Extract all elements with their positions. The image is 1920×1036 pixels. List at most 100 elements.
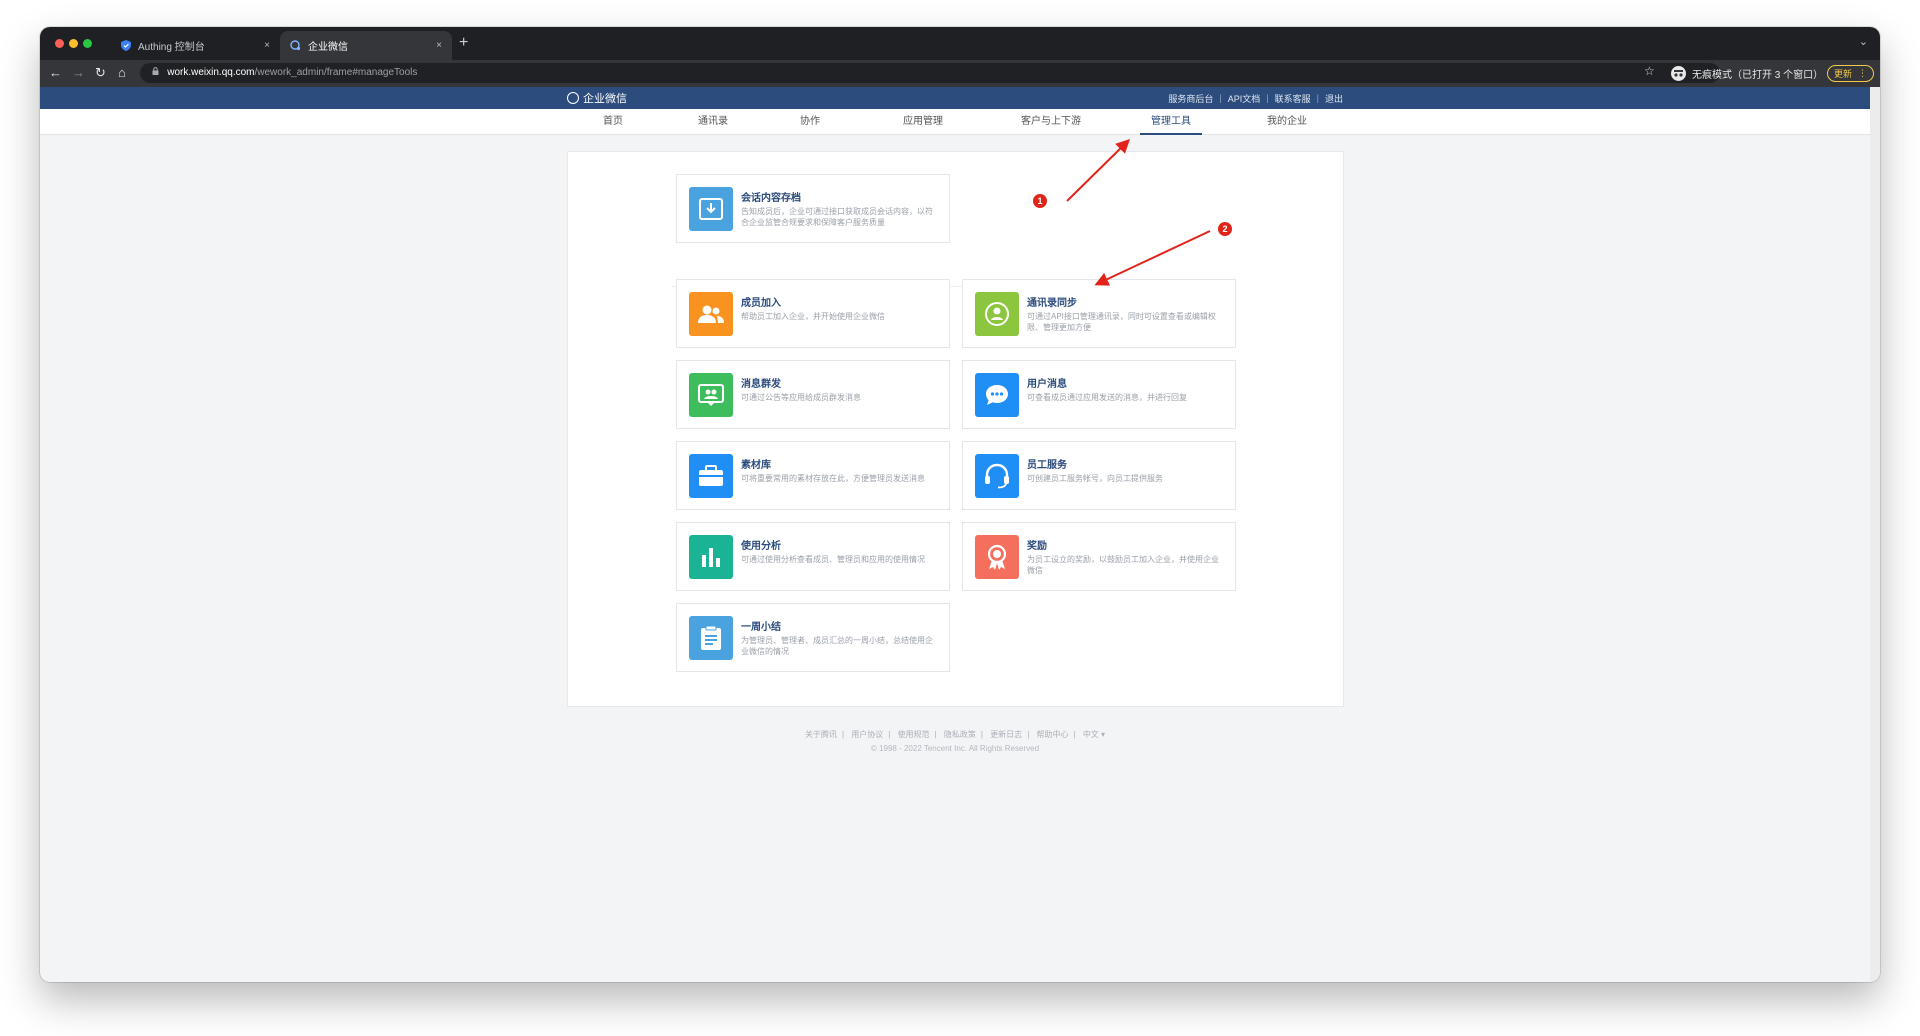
nav-item-contacts[interactable]: 通讯录 <box>691 109 735 135</box>
footer-link-privacy[interactable]: 隐私政策 <box>944 730 976 739</box>
tool-title: 通讯录同步 <box>1027 298 1077 309</box>
zoom-window-button[interactable] <box>83 39 92 48</box>
nav-item-my-company[interactable]: 我的企业 <box>1259 109 1315 135</box>
header-link-service-provider[interactable]: 服务商后台 <box>1168 92 1213 105</box>
bookmark-star-icon[interactable]: ☆ <box>1644 64 1655 78</box>
briefcase-icon <box>689 454 733 498</box>
wecom-favicon-icon <box>290 40 301 51</box>
reload-icon[interactable]: ↻ <box>95 64 106 82</box>
more-menu-icon: ⋮ <box>1858 68 1867 78</box>
update-button[interactable]: 更新 ⋮ <box>1827 65 1874 82</box>
nav-item-management-tools[interactable]: 管理工具 <box>1140 109 1202 135</box>
nav-item-apps[interactable]: 应用管理 <box>895 109 951 135</box>
nav-item-collaboration[interactable]: 协作 <box>792 109 828 135</box>
clipboard-icon <box>689 616 733 660</box>
tool-title: 员工服务 <box>1027 460 1067 471</box>
contact-sync-icon <box>975 292 1019 336</box>
incognito-indicator[interactable]: 无痕模式（已打开 3 个窗口） <box>1671 64 1823 82</box>
headset-icon <box>975 454 1019 498</box>
tab-label: 企业微信 <box>308 42 348 53</box>
tab-label: Authing 控制台 <box>138 42 205 53</box>
tool-desc: 为管理员、管理者、成员汇总的一周小结，总结使用企业微信的情况 <box>741 636 933 656</box>
wecom-logo-icon <box>567 92 579 104</box>
tool-card-archive[interactable]: 会话内容存档 告知成员后，企业可通过接口获取成员会话内容，以符合企业监管合规要求… <box>676 174 950 243</box>
header-separator: | <box>1219 93 1222 103</box>
tool-card-usage-analytics[interactable]: 使用分析 可通过使用分析查看成员、管理员和应用的使用情况 <box>676 522 950 591</box>
tool-title: 会话内容存档 <box>741 193 801 204</box>
tool-card-member-join[interactable]: 成员加入 帮助员工加入企业，并开始使用企业微信 <box>676 279 950 348</box>
close-window-button[interactable] <box>55 39 64 48</box>
footer-link-help[interactable]: 帮助中心 <box>1037 730 1069 739</box>
tool-desc: 可将重要常用的素材存放在此，方便管理员发送消息 <box>741 474 925 483</box>
footer-separator: | <box>1073 730 1076 739</box>
tab-wecom[interactable]: 企业微信 × <box>280 31 452 60</box>
footer-link-changelog[interactable]: 更新日志 <box>990 730 1022 739</box>
incognito-label: 无痕模式（已打开 3 个窗口） <box>1692 69 1824 81</box>
tool-title: 成员加入 <box>741 298 781 309</box>
footer-separator: | <box>841 730 845 739</box>
browser-window: Authing 控制台 × 企业微信 × + ⌄ ← → ↻ ⌂ work.we… <box>40 27 1880 982</box>
tab-authing[interactable]: Authing 控制台 × <box>110 31 280 60</box>
nav-item-customers[interactable]: 客户与上下游 <box>1011 109 1091 135</box>
new-tab-button[interactable]: + <box>459 33 468 53</box>
header-link-api-docs[interactable]: API文档 <box>1228 92 1261 105</box>
wecom-header: 企业微信 服务商后台 | API文档 | 联系客服 | 退出 <box>40 87 1870 109</box>
tab-close-icon[interactable]: × <box>264 40 270 51</box>
footer-separator: | <box>1027 730 1030 739</box>
footer-separator: | <box>934 730 937 739</box>
tool-desc: 可通过公告等应用给成员群发消息 <box>741 393 861 402</box>
annotation-marker-2: 2 <box>1218 222 1232 236</box>
nav-item-home[interactable]: 首页 <box>593 109 633 135</box>
header-separator: | <box>1316 93 1319 103</box>
footer-language-select[interactable]: 中文 ▾ <box>1083 730 1105 739</box>
tool-desc: 可查看成员通过应用发送的消息，并进行回复 <box>1027 393 1187 402</box>
footer-links: 关于腾讯 | 用户协议 | 使用规范 | 隐私政策 | 更新日志 | 帮助中心 | 中文 ▾ <box>40 729 1870 740</box>
forward-arrow-icon[interactable]: → <box>72 64 85 82</box>
tab-close-icon[interactable]: × <box>436 40 442 51</box>
tool-title: 消息群发 <box>741 379 781 390</box>
wecom-logo[interactable]: 企业微信 <box>567 87 627 109</box>
logo-text: 企业微信 <box>583 93 627 105</box>
tool-title: 用户消息 <box>1027 379 1067 390</box>
chat-bubble-icon <box>975 373 1019 417</box>
tool-title: 使用分析 <box>741 541 781 552</box>
tab-strip: Authing 控制台 × 企业微信 × + ⌄ <box>40 27 1880 60</box>
back-arrow-icon[interactable]: ← <box>49 64 62 82</box>
footer-separator: | <box>980 730 983 739</box>
header-link-contact[interactable]: 联系客服 <box>1275 92 1311 105</box>
tool-title: 奖励 <box>1027 541 1047 552</box>
home-icon[interactable]: ⌂ <box>118 64 126 82</box>
tool-card-broadcast[interactable]: 消息群发 可通过公告等应用给成员群发消息 <box>676 360 950 429</box>
tab-search-chevron-icon[interactable]: ⌄ <box>1859 35 1868 48</box>
award-medal-icon <box>975 535 1019 579</box>
tool-desc: 帮助员工加入企业，并开始使用企业微信 <box>741 312 885 321</box>
header-link-logout[interactable]: 退出 <box>1325 92 1343 105</box>
tool-card-material-library[interactable]: 素材库 可将重要常用的素材存放在此，方便管理员发送消息 <box>676 441 950 510</box>
bar-chart-icon <box>689 535 733 579</box>
broadcast-message-icon <box>689 373 733 417</box>
minimize-window-button[interactable] <box>69 39 78 48</box>
annotation-marker-1: 1 <box>1033 194 1047 208</box>
url-host: work.weixin.qq.com <box>167 67 255 78</box>
tool-desc: 可通过使用分析查看成员、管理员和应用的使用情况 <box>741 555 925 564</box>
footer-copyright: © 1998 - 2022 Tencent Inc. All Rights Re… <box>870 744 1040 753</box>
address-bar[interactable]: work.weixin.qq.com/wework_admin/frame#ma… <box>140 63 1720 83</box>
page-scrollbar[interactable] <box>1870 87 1880 982</box>
tool-card-weekly-summary[interactable]: 一周小结 为管理员、管理者、成员汇总的一周小结，总结使用企业微信的情况 <box>676 603 950 672</box>
footer-link-rules[interactable]: 使用规范 <box>898 730 930 739</box>
tool-title: 一周小结 <box>741 622 781 633</box>
tool-card-rewards[interactable]: 奖励 为员工设立的奖励，以鼓励员工加入企业，并使用企业微信 <box>962 522 1236 591</box>
tool-card-contact-sync[interactable]: 通讯录同步 可通过API接口管理通讯录，同时可设置查看或编辑权限、管理更加方便 <box>962 279 1236 348</box>
tool-card-employee-service[interactable]: 员工服务 可创建员工服务帐号，向员工提供服务 <box>962 441 1236 510</box>
browser-toolbar: ← → ↻ ⌂ work.weixin.qq.com/wework_admin/… <box>40 60 1880 87</box>
tool-desc: 告知成员后，企业可通过接口获取成员会话内容，以符合企业监管合规要求和保障客户服务… <box>741 207 933 227</box>
shield-icon <box>120 40 131 51</box>
tool-title: 素材库 <box>741 460 771 471</box>
url-path: /wework_admin/frame#manageTools <box>254 67 418 78</box>
header-links: 服务商后台 | API文档 | 联系客服 | 退出 <box>1168 87 1343 109</box>
footer-link-about[interactable]: 关于腾讯 <box>805 730 837 739</box>
footer-link-agreement[interactable]: 用户协议 <box>851 730 883 739</box>
tool-card-user-messages[interactable]: 用户消息 可查看成员通过应用发送的消息，并进行回复 <box>962 360 1236 429</box>
update-label: 更新 <box>1833 69 1852 79</box>
tool-desc: 为员工设立的奖励，以鼓励员工加入企业，并使用企业微信 <box>1027 555 1219 575</box>
